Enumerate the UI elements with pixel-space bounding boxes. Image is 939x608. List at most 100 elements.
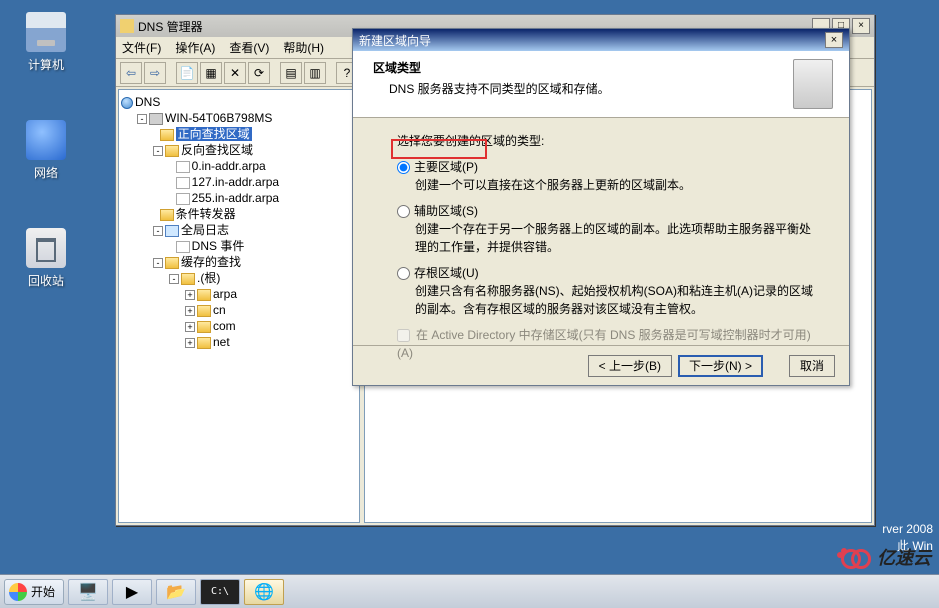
taskbar-item[interactable]: ▶ <box>112 579 152 605</box>
tree-node[interactable]: 127.in-addr.arpa <box>192 175 279 189</box>
delete-button[interactable]: ✕ <box>224 62 246 84</box>
tree-node[interactable]: DNS 事件 <box>192 239 245 253</box>
desktop-icon-label: 计算机 <box>16 56 76 73</box>
folder-icon <box>160 209 174 221</box>
tree-toggle[interactable]: - <box>153 146 163 156</box>
tree-node[interactable]: 缓存的查找 <box>181 255 241 269</box>
tree-node[interactable]: 反向查找区域 <box>181 143 253 157</box>
zone-type-primary[interactable]: 主要区域(P) 创建一个可以直接在这个服务器上更新的区域副本。 <box>397 158 817 194</box>
server-icon <box>793 59 833 109</box>
tree-toggle[interactable]: + <box>185 338 195 348</box>
logo-text: 亿速云 <box>877 544 931 570</box>
tree-pane[interactable]: DNS - WIN-54T06B798MS 正向查找区域 - 反向查找区域 0.in… <box>118 89 360 523</box>
forward-button[interactable]: ⇨ <box>144 62 166 84</box>
folder-icon <box>165 145 179 157</box>
logo-badge: 亿速云 <box>841 544 931 570</box>
tree-node-forward-zones[interactable]: 正向查找区域 <box>176 127 252 141</box>
event-icon <box>176 241 190 253</box>
close-button[interactable]: × <box>852 18 870 34</box>
tree-node[interactable]: 条件转发器 <box>176 207 236 221</box>
menu-help[interactable]: 帮助(H) <box>283 39 324 56</box>
menu-view[interactable]: 查看(V) <box>229 39 269 56</box>
zone-icon <box>176 177 190 189</box>
folder-icon <box>160 129 174 141</box>
tree-node[interactable]: com <box>213 319 236 333</box>
start-orb-icon <box>9 583 27 601</box>
ad-store-checkbox <box>397 329 410 342</box>
refresh-button[interactable]: ⟳ <box>248 62 270 84</box>
watermark-text: rver 2008 <box>882 522 933 536</box>
cancel-button[interactable]: 取消 <box>789 355 835 377</box>
folder-icon <box>197 289 211 301</box>
option-desc: 创建一个存在于另一个服务器上的区域的副本。此选项帮助主服务器平衡处理的工作量，并… <box>397 220 817 256</box>
tree-toggle[interactable]: + <box>185 322 195 332</box>
up-button[interactable]: 📄 <box>176 62 198 84</box>
option-desc: 创建只含有名称服务器(NS)、起始授权机构(SOA)和粘连主机(A)记录的区域的… <box>397 282 817 318</box>
folder-icon <box>181 273 195 285</box>
close-button[interactable]: × <box>825 32 843 48</box>
start-label: 开始 <box>31 583 55 600</box>
taskbar-item-dns[interactable]: 🌐 <box>244 579 284 605</box>
tree-node[interactable]: DNS <box>135 95 160 109</box>
computer-icon <box>26 12 66 52</box>
radio-label: 辅助区域(S) <box>414 204 478 218</box>
tree-node[interactable]: 255.in-addr.arpa <box>192 191 279 205</box>
wizard-header-title: 区域类型 <box>373 59 793 76</box>
folder-icon <box>165 257 179 269</box>
desktop-icon-network[interactable]: 网络 <box>16 120 76 181</box>
tree-toggle[interactable]: + <box>185 306 195 316</box>
tree-node[interactable]: 全局日志 <box>181 223 229 237</box>
taskbar-item[interactable]: C:\ <box>200 579 240 605</box>
radio-stub[interactable] <box>397 267 410 280</box>
dns-root-icon <box>121 97 133 109</box>
radio-primary[interactable] <box>397 161 410 174</box>
radio-secondary[interactable] <box>397 205 410 218</box>
wizard-body: 选择您要创建的区域的类型: 主要区域(P) 创建一个可以直接在这个服务器上更新的… <box>353 118 849 370</box>
zone-type-stub[interactable]: 存根区域(U) 创建只含有名称服务器(NS)、起始授权机构(SOA)和粘连主机(… <box>397 264 817 318</box>
desktop-icon-label: 网络 <box>16 164 76 181</box>
tree-node[interactable]: arpa <box>213 287 237 301</box>
folder-icon <box>197 321 211 333</box>
wizard-header-sub: DNS 服务器支持不同类型的区域和存储。 <box>373 80 793 97</box>
desktop-icon-computer[interactable]: 计算机 <box>16 12 76 73</box>
logo-icon <box>841 546 871 568</box>
tree-toggle[interactable]: - <box>153 258 163 268</box>
desktop-icon-label: 回收站 <box>16 272 76 289</box>
radio-label: 主要区域(P) <box>414 160 478 174</box>
taskbar-item[interactable]: 📂 <box>156 579 196 605</box>
tree-node[interactable]: 0.in-addr.arpa <box>192 159 266 173</box>
toolbar-btn[interactable]: ▦ <box>200 62 222 84</box>
folder-icon <box>197 305 211 317</box>
back-button[interactable]: < 上一步(B) <box>588 355 672 377</box>
back-button[interactable]: ⇦ <box>120 62 142 84</box>
radio-label: 存根区域(U) <box>414 266 479 280</box>
tree-node[interactable]: net <box>213 335 230 349</box>
desktop: 计算机 网络 回收站 DNS 管理器 _ □ × 文件(F) 操作(A) 查看(… <box>0 0 939 608</box>
wizard-header: 区域类型 DNS 服务器支持不同类型的区域和存储。 <box>353 51 849 118</box>
tree-toggle[interactable]: - <box>169 274 179 284</box>
menu-file[interactable]: 文件(F) <box>122 39 161 56</box>
tree-node[interactable]: WIN-54T06B798MS <box>165 111 272 125</box>
start-button[interactable]: 开始 <box>4 579 64 605</box>
wizard-title: 新建区域向导 <box>359 32 431 49</box>
server-icon <box>149 113 163 125</box>
recycle-bin-icon <box>26 228 66 268</box>
taskbar-item[interactable]: 🖥️ <box>68 579 108 605</box>
zone-type-secondary[interactable]: 辅助区域(S) 创建一个存在于另一个服务器上的区域的副本。此选项帮助主服务器平衡… <box>397 202 817 256</box>
taskbar: 开始 🖥️ ▶ 📂 C:\ 🌐 <box>0 574 939 608</box>
tree-node[interactable]: .(根) <box>197 271 220 285</box>
wizard-footer: < 上一步(B) 下一步(N) > 取消 <box>353 345 849 385</box>
tree-toggle[interactable]: - <box>153 226 163 236</box>
menu-action[interactable]: 操作(A) <box>175 39 215 56</box>
network-icon <box>26 120 66 160</box>
toolbar-btn[interactable]: ▥ <box>304 62 326 84</box>
zone-icon <box>176 161 190 173</box>
next-button[interactable]: 下一步(N) > <box>678 355 763 377</box>
toolbar-btn[interactable]: ▤ <box>280 62 302 84</box>
tree-node[interactable]: cn <box>213 303 226 317</box>
wizard-titlebar[interactable]: 新建区域向导 × <box>353 29 849 51</box>
tree-toggle[interactable]: + <box>185 290 195 300</box>
desktop-icon-recycle[interactable]: 回收站 <box>16 228 76 289</box>
tree-toggle[interactable]: - <box>137 114 147 124</box>
folder-icon <box>197 337 211 349</box>
